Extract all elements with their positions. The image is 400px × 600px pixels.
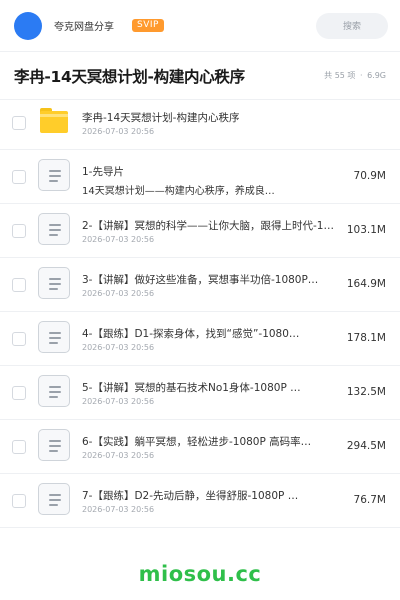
file-size: 294.5M xyxy=(346,440,386,452)
file-row[interactable]: 2-【讲解】冥想的科学——让你大脑，跟得上时代-1… 2026-07-03 20… xyxy=(0,204,400,258)
app-logo[interactable] xyxy=(14,11,42,40)
row-checkbox[interactable] xyxy=(12,224,26,238)
file-name: 6-【实践】躺平冥想，轻松进步-1080P 高码率… xyxy=(82,436,312,448)
document-icon xyxy=(38,429,70,461)
meta-separator: · xyxy=(359,71,363,80)
row-checkbox[interactable] xyxy=(12,440,26,454)
file-name: 1-先导片 xyxy=(82,166,124,178)
row-checkbox[interactable] xyxy=(12,170,26,184)
site-name: 夸克网盘分享 xyxy=(54,22,114,33)
row-checkbox[interactable] xyxy=(12,494,26,508)
document-icon xyxy=(38,375,70,407)
folder-header: 李冉-14天冥想计划-构建内心秩序 共 55 项 · 6.9G xyxy=(0,52,400,100)
row-checkbox[interactable] xyxy=(12,116,26,130)
file-size: 76.7M xyxy=(353,494,386,506)
file-name: 5-【讲解】冥想的基石技术No1身体-1080P … xyxy=(82,382,301,394)
folder-icon xyxy=(38,105,70,137)
file-list: 李冉-14天冥想计划-构建内心秩序 2026-07-03 20:56 1-先导片… xyxy=(0,96,400,528)
file-name: 4-【跟练】D1-探索身体，找到“感觉”-1080… xyxy=(82,328,300,340)
file-date: 2026-07-03 20:56 xyxy=(82,127,155,136)
file-row[interactable]: 7-【跟练】D2-先动后静，坐得舒服-1080P … 2026-07-03 20… xyxy=(0,474,400,528)
top-bar: 夸克网盘分享 SVIP 搜索 xyxy=(0,0,400,52)
file-date: 2026-07-03 20:56 xyxy=(82,235,155,244)
file-row[interactable]: 5-【讲解】冥想的基石技术No1身体-1080P … 2026-07-03 20… xyxy=(0,366,400,420)
watermark-footer: miosou.cc xyxy=(0,548,400,600)
document-icon xyxy=(38,321,70,353)
file-name: 李冉-14天冥想计划-构建内心秩序 xyxy=(82,112,240,124)
file-date: 2026-07-03 20:56 xyxy=(82,505,155,514)
file-name: 2-【讲解】冥想的科学——让你大脑，跟得上时代-1… xyxy=(82,220,334,232)
item-count: 共 55 项 xyxy=(324,71,356,80)
document-icon xyxy=(38,213,70,245)
file-row[interactable]: 3-【讲解】做好这些准备，冥想事半功倍-1080P… 2026-07-03 20… xyxy=(0,258,400,312)
file-size: 132.5M xyxy=(346,386,386,398)
file-date: 2026-07-03 20:56 xyxy=(82,451,155,460)
file-size: 103.1M xyxy=(346,224,386,236)
total-size: 6.9G xyxy=(367,71,386,80)
file-row[interactable]: 6-【实践】躺平冥想，轻松进步-1080P 高码率… 2026-07-03 20… xyxy=(0,420,400,474)
file-size: 70.9M xyxy=(353,170,386,182)
row-checkbox[interactable] xyxy=(12,386,26,400)
row-checkbox[interactable] xyxy=(12,278,26,292)
file-row[interactable]: 1-先导片 14天冥想计划——构建内心秩序，养成良… 70.9M xyxy=(0,150,400,204)
file-name: 7-【跟练】D2-先动后静，坐得舒服-1080P … xyxy=(82,490,299,502)
svip-badge[interactable]: SVIP xyxy=(132,19,164,32)
document-icon xyxy=(38,159,70,191)
document-icon xyxy=(38,483,70,515)
file-date: 2026-07-03 20:56 xyxy=(82,397,155,406)
row-checkbox[interactable] xyxy=(12,332,26,346)
file-name: 3-【讲解】做好这些准备，冥想事半功倍-1080P… xyxy=(82,274,319,286)
file-description: 14天冥想计划——构建内心秩序，养成良… xyxy=(82,186,275,197)
file-size: 178.1M xyxy=(346,332,386,344)
file-size: 164.9M xyxy=(346,278,386,290)
search-input[interactable]: 搜索 xyxy=(316,12,388,39)
watermark: miosou.cc xyxy=(138,562,262,586)
folder-meta: 共 55 项 · 6.9G xyxy=(324,70,386,81)
file-date: 2026-07-03 20:56 xyxy=(82,289,155,298)
file-row[interactable]: 李冉-14天冥想计划-构建内心秩序 2026-07-03 20:56 xyxy=(0,96,400,150)
file-date: 2026-07-03 20:56 xyxy=(82,343,155,352)
page-title: 李冉-14天冥想计划-构建内心秩序 xyxy=(14,67,245,86)
document-icon xyxy=(38,267,70,299)
file-row[interactable]: 4-【跟练】D1-探索身体，找到“感觉”-1080… 2026-07-03 20… xyxy=(0,312,400,366)
